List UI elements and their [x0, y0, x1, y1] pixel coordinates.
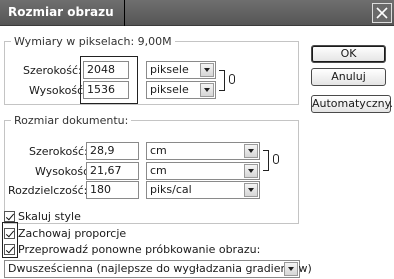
- pixel-height-unit-select[interactable]: piksele: [146, 81, 216, 99]
- pixel-link-bracket: [219, 70, 225, 91]
- resolution-input[interactable]: 180: [86, 181, 139, 199]
- doc-height-unit-value: cm: [150, 164, 167, 177]
- pixel-height-unit-value: piksele: [150, 83, 189, 96]
- checkbox-checked-icon: [4, 211, 15, 222]
- window-title: Rozmiar obrazu: [8, 5, 114, 19]
- constrain-proportions-label: Zachowaj proporcje: [18, 227, 127, 240]
- resample-checkbox[interactable]: Przeprowadź ponowne próbkowanie obrazu:: [4, 243, 260, 257]
- resolution-label: Rozdzielczość:: [8, 184, 88, 197]
- doc-link-bracket: [263, 150, 269, 171]
- doc-width-input[interactable]: 28,9: [86, 142, 139, 160]
- cancel-button[interactable]: Anuluj: [311, 68, 386, 86]
- constrain-proportions-checkbox[interactable]: Zachowaj proporcje: [4, 227, 126, 241]
- pixel-height-label: Wysokość:: [29, 84, 87, 97]
- doc-height-input[interactable]: 21,67: [86, 162, 139, 180]
- chevron-down-icon: [244, 164, 258, 178]
- close-button[interactable]: [372, 3, 392, 23]
- ok-button[interactable]: OK: [311, 45, 386, 63]
- chevron-down-icon: [244, 144, 258, 158]
- close-icon: [376, 7, 388, 19]
- doc-width-unit-value: cm: [150, 144, 167, 157]
- auto-button[interactable]: Automatyczny...: [311, 95, 394, 113]
- resolution-unit-value: piks/cal: [150, 183, 192, 196]
- pixel-dimensions-legend: Wymiary w pikselach: 9,00M: [14, 35, 172, 48]
- title-bar: Rozmiar obrazu: [0, 0, 394, 26]
- doc-height-label: Wysokość:: [35, 165, 93, 178]
- chevron-down-icon: [200, 63, 214, 77]
- doc-width-unit-select[interactable]: cm: [146, 142, 260, 160]
- chevron-down-icon: [200, 83, 214, 97]
- link-icon: [229, 74, 235, 84]
- image-size-dialog: Wymiary w pikselach: 9,00M Szerokość: 20…: [0, 26, 394, 279]
- chevron-down-icon: [284, 262, 298, 276]
- link-icon: [273, 154, 279, 164]
- highlight-frame: [80, 56, 138, 104]
- pixel-width-unit-value: piksele: [150, 63, 189, 76]
- scale-styles-label: Skaluj style: [18, 210, 81, 223]
- resample-method-select[interactable]: Dwusześcienna (najlepsze do wygładzania …: [4, 260, 312, 278]
- pixel-width-unit-select[interactable]: piksele: [146, 61, 216, 79]
- doc-height-unit-select[interactable]: cm: [146, 162, 260, 180]
- doc-width-label: Szerokość:: [29, 145, 88, 158]
- chevron-down-icon: [244, 183, 258, 197]
- pixel-width-label: Szerokość:: [23, 64, 82, 77]
- resolution-unit-select[interactable]: piks/cal: [146, 181, 260, 199]
- highlight-frame: [2, 222, 18, 258]
- document-size-legend: Rozmiar dokumentu:: [14, 114, 129, 127]
- resample-method-value: Dwusześcienna (najlepsze do wygładzania …: [8, 262, 312, 275]
- resample-label: Przeprowadź ponowne próbkowanie obrazu:: [18, 243, 261, 256]
